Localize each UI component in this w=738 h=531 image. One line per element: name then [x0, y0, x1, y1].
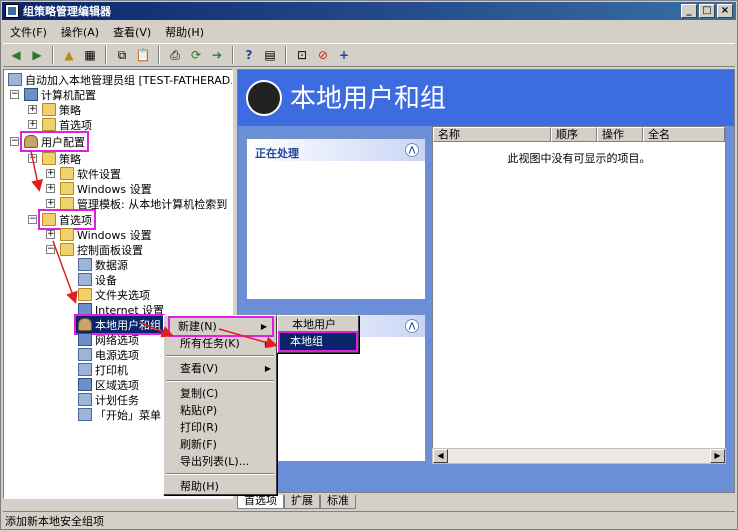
arrow-to-prefs: [30, 150, 44, 192]
arrow-to-local-users: [52, 240, 78, 304]
arrow-to-local-group: [218, 328, 278, 349]
main-window: 组策略管理编辑器 _ □ × 文件(F) 操作(A) 查看(V) 帮助(H) ◀…: [0, 0, 738, 530]
arrow-to-new: [140, 322, 174, 338]
annotation-arrows: [30, 150, 278, 349]
